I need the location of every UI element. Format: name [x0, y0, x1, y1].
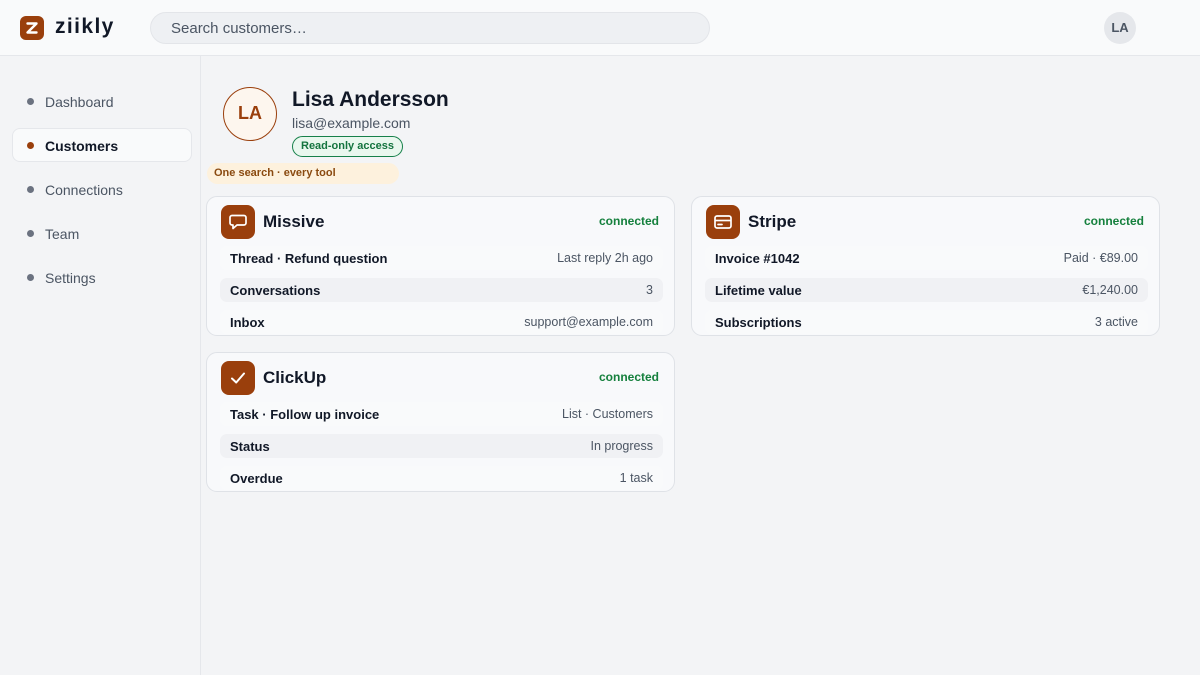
connection-status: connected — [598, 370, 659, 384]
bullet-icon — [27, 186, 34, 193]
connection-status: connected — [1083, 214, 1144, 228]
sidebar-item-customers[interactable]: Customers — [12, 128, 192, 162]
stripe-card: Stripe connected Invoice #1042 Paid · €8… — [691, 196, 1160, 336]
search-input[interactable] — [151, 13, 709, 43]
bullet-icon — [27, 274, 34, 281]
sidebar-item-dashboard[interactable]: Dashboard — [12, 84, 192, 118]
tagline-badge: One search · every tool — [207, 163, 399, 184]
bullet-icon — [27, 98, 34, 105]
search-bar[interactable] — [150, 12, 710, 44]
row-value: support@example.com — [524, 315, 653, 329]
row-value: 1 task — [619, 471, 653, 485]
row-value: In progress — [590, 439, 653, 453]
customer-email: lisa@example.com — [292, 115, 411, 131]
row-label: Task · Follow up invoice — [230, 407, 380, 422]
bullet-icon — [27, 230, 34, 237]
sidebar-item-team[interactable]: Team — [12, 216, 192, 250]
brand-name[interactable]: ziikly — [55, 15, 115, 39]
missive-card: Missive connected Thread · Refund questi… — [206, 196, 675, 336]
row-value: Last reply 2h ago — [557, 251, 653, 265]
row-label: Overdue — [230, 471, 283, 486]
sidebar-item-label: Team — [45, 226, 80, 242]
sidebar-item-label: Customers — [45, 138, 119, 154]
sidebar-item-label: Dashboard — [45, 94, 114, 110]
card-title: ClickUp — [263, 368, 327, 387]
card-row[interactable]: Invoice #1042 Paid · €89.00 — [705, 246, 1148, 270]
row-label: Inbox — [230, 315, 265, 330]
logo-icon[interactable] — [20, 16, 44, 40]
row-label: Lifetime value — [715, 283, 802, 298]
row-value: List · Customers — [562, 407, 653, 421]
card-row[interactable]: Conversations 3 — [220, 278, 663, 302]
row-value: €1,240.00 — [1082, 283, 1138, 297]
bullet-icon — [27, 142, 34, 149]
row-label: Invoice #1042 — [715, 251, 800, 266]
checkmark-icon — [221, 361, 255, 395]
row-label: Conversations — [230, 283, 321, 298]
card-row[interactable]: Task · Follow up invoice List · Customer… — [220, 402, 663, 426]
card-row[interactable]: Subscriptions 3 active — [705, 310, 1148, 334]
chat-bubble-icon — [221, 205, 255, 239]
row-label: Subscriptions — [715, 315, 802, 330]
sidebar: Dashboard Customers Connections Team Set… — [0, 56, 201, 675]
row-value: 3 active — [1094, 315, 1138, 329]
card-row[interactable]: Thread · Refund question Last reply 2h a… — [220, 246, 663, 270]
card-row[interactable]: Lifetime value €1,240.00 — [705, 278, 1148, 302]
row-value: Paid · €89.00 — [1063, 251, 1138, 265]
connection-status: connected — [598, 214, 659, 228]
clickup-card: ClickUp connected Task · Follow up invoi… — [206, 352, 675, 492]
card-row[interactable]: Status In progress — [220, 434, 663, 458]
sidebar-item-settings[interactable]: Settings — [12, 260, 192, 294]
credit-card-icon — [706, 205, 740, 239]
card-row[interactable]: Overdue 1 task — [220, 466, 663, 490]
row-label: Thread · Refund question — [230, 251, 388, 266]
top-bar: ziikly LA — [0, 0, 1200, 56]
access-badge: Read-only access — [292, 136, 403, 157]
card-title: Stripe — [748, 212, 797, 231]
card-title: Missive — [263, 212, 325, 231]
customer-avatar: LA — [223, 87, 277, 141]
user-avatar[interactable]: LA — [1104, 12, 1136, 44]
row-label: Status — [230, 439, 270, 454]
sidebar-item-label: Connections — [45, 182, 123, 198]
sidebar-item-connections[interactable]: Connections — [12, 172, 192, 206]
sidebar-item-label: Settings — [45, 270, 96, 286]
card-row[interactable]: Inbox support@example.com — [220, 310, 663, 334]
row-value: 3 — [646, 283, 653, 297]
customer-name: Lisa Andersson — [292, 88, 449, 111]
